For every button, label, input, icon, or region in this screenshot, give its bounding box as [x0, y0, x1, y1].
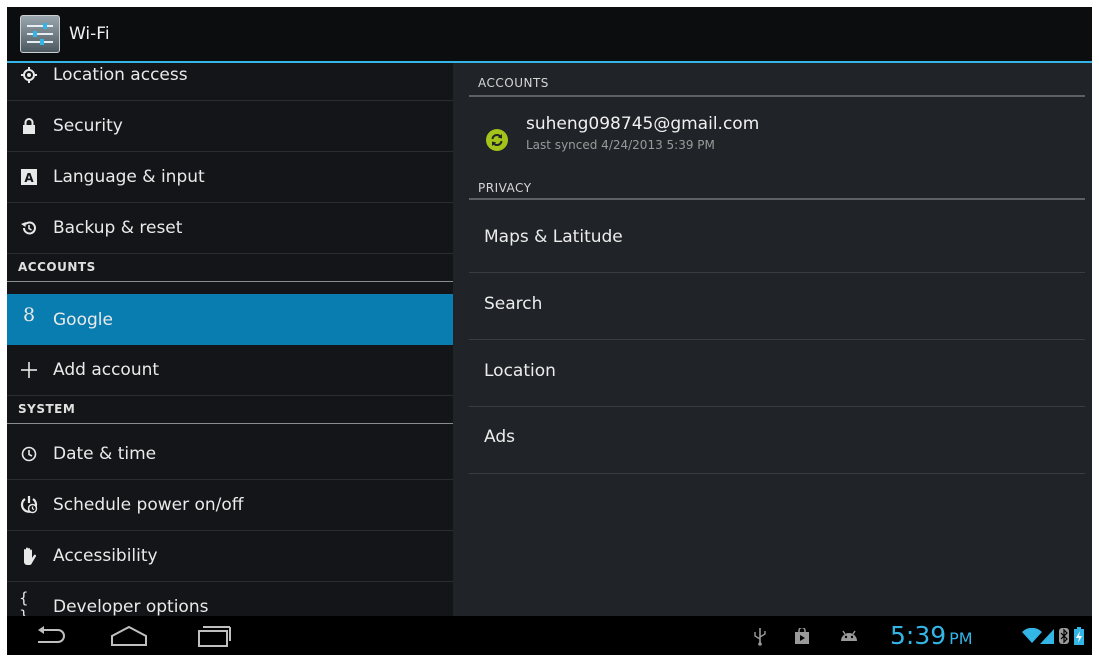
- google-g-icon: 8: [22, 304, 36, 326]
- detail-pane: ACCOUNTS suheng098745@gmail.com Last syn…: [453, 63, 1092, 616]
- settings-item-security[interactable]: Security: [7, 101, 453, 152]
- settings-item-schedule-power[interactable]: Schedule power on/off: [7, 480, 453, 531]
- privacy-item-search[interactable]: Search: [469, 273, 1085, 340]
- svg-text:A: A: [24, 171, 34, 185]
- settings-item-label: Google: [53, 309, 113, 330]
- settings-sliders-icon[interactable]: [20, 15, 60, 53]
- clock-time: 5:39: [890, 621, 947, 650]
- settings-item-location-access[interactable]: Location access: [7, 63, 453, 101]
- bluetooth-icon: [1057, 616, 1071, 655]
- account-email: suheng098745@gmail.com: [526, 114, 760, 134]
- settings-list[interactable]: Location access Security A Language & in…: [7, 63, 453, 616]
- settings-item-label: Backup & reset: [53, 218, 183, 238]
- signal-icon: [1039, 616, 1055, 655]
- settings-item-accessibility[interactable]: Accessibility: [7, 531, 453, 582]
- privacy-item-location[interactable]: Location: [469, 340, 1085, 407]
- settings-item-google[interactable]: 8 Google: [7, 294, 453, 345]
- settings-item-language-input[interactable]: A Language & input: [7, 152, 453, 203]
- sync-icon: [486, 129, 508, 151]
- usb-icon: [750, 616, 770, 655]
- settings-item-label: Language & input: [53, 167, 205, 187]
- store-icon: [792, 616, 812, 655]
- recent-apps-button[interactable]: [190, 616, 238, 655]
- backup-icon: [19, 218, 39, 238]
- plus-icon: [19, 360, 39, 380]
- power-schedule-icon: [19, 495, 39, 515]
- recent-apps-icon: [198, 625, 231, 647]
- clock-icon: [19, 444, 39, 464]
- settings-item-developer-options[interactable]: { } Developer options: [7, 582, 453, 616]
- privacy-item-ads[interactable]: Ads: [469, 407, 1085, 474]
- keyboard-a-icon: A: [19, 167, 39, 187]
- section-header-privacy: PRIVACY: [469, 170, 1085, 200]
- settings-item-label: Add account: [53, 360, 160, 380]
- system-bar: 5:39 PM: [7, 616, 1092, 655]
- action-bar: Wi-Fi: [7, 7, 1092, 61]
- last-synced-text: Last synced 4/24/2013 5:39 PM: [526, 138, 715, 152]
- settings-item-date-time[interactable]: Date & time: [7, 429, 453, 480]
- screen: Wi-Fi Location access Security A Languag…: [7, 7, 1092, 655]
- page-title: Wi-Fi: [69, 24, 110, 44]
- status-clock: 5:39 PM: [890, 621, 973, 650]
- back-button[interactable]: [27, 616, 75, 655]
- clock-ampm: PM: [949, 629, 973, 648]
- battery-icon: [1073, 616, 1085, 655]
- section-header-accounts: ACCOUNTS: [7, 254, 453, 282]
- settings-item-label: Accessibility: [53, 546, 158, 566]
- settings-item-label: Security: [53, 116, 123, 136]
- settings-item-label: Developer options: [53, 597, 209, 616]
- settings-item-label: Location access: [53, 65, 188, 85]
- settings-item-add-account[interactable]: Add account: [7, 345, 453, 396]
- home-icon: [111, 625, 147, 646]
- settings-item-label: Date & time: [53, 444, 157, 464]
- privacy-item-maps-latitude[interactable]: Maps & Latitude: [469, 206, 1085, 273]
- settings-item-backup-reset[interactable]: Backup & reset: [7, 203, 453, 254]
- android-debug-icon: [837, 616, 861, 655]
- braces-icon: { }: [19, 589, 29, 616]
- section-header-system: SYSTEM: [7, 396, 453, 424]
- hand-icon: [19, 546, 39, 566]
- account-row[interactable]: suheng098745@gmail.com Last synced 4/24/…: [469, 110, 1085, 168]
- home-button[interactable]: [105, 616, 153, 655]
- back-icon: [38, 625, 65, 643]
- location-icon: [19, 65, 39, 85]
- lock-icon: [19, 116, 39, 136]
- settings-item-label: Schedule power on/off: [53, 495, 244, 515]
- section-header-accounts: ACCOUNTS: [469, 67, 1085, 97]
